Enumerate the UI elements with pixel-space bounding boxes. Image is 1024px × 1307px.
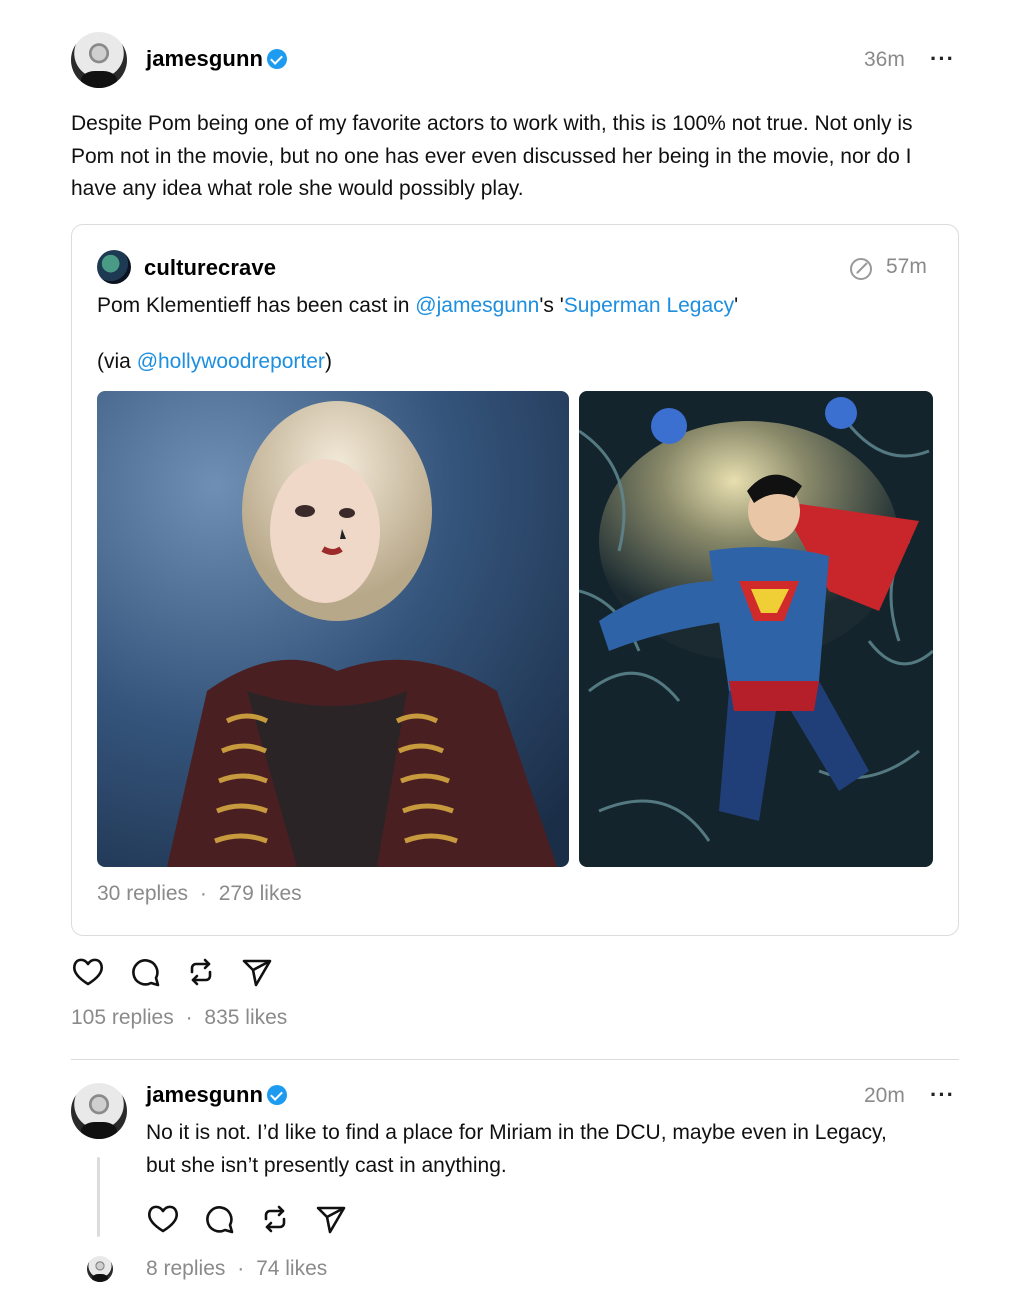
stats-separator: ·: [199, 882, 207, 905]
post-replies-link[interactable]: 105 replies: [71, 1006, 174, 1029]
quoted-likes-link[interactable]: 279 likes: [219, 882, 302, 905]
title-link[interactable]: Superman Legacy: [564, 294, 734, 317]
comment-icon[interactable]: [203, 1203, 235, 1235]
comment-icon[interactable]: [129, 956, 161, 988]
quoted-stats: 30 replies · 279 likes: [97, 882, 302, 906]
quoted-text-part: ': [734, 294, 739, 317]
actress-photo[interactable]: [97, 391, 569, 867]
post-text: Despite Pom being one of my favorite act…: [71, 112, 913, 200]
thread-line: [97, 1157, 100, 1237]
reply-more-options-button[interactable]: ···: [930, 1082, 955, 1108]
via-suffix: ): [324, 350, 332, 373]
edited-icon: [848, 256, 874, 282]
reply-author: jamesgunn: [146, 1082, 288, 1108]
quoted-replies-link[interactable]: 30 replies: [97, 882, 188, 905]
comic-artwork[interactable]: [579, 391, 933, 867]
repost-icon[interactable]: [259, 1203, 291, 1235]
more-options-button[interactable]: ···: [930, 46, 955, 72]
quoted-text-part: Pom Klementieff has been cast in: [97, 294, 416, 317]
avatar[interactable]: [71, 32, 127, 88]
reply-text: No it is not. I’d like to find a place f…: [146, 1121, 887, 1177]
username[interactable]: jamesgunn: [146, 46, 263, 71]
replier-avatar[interactable]: [87, 1256, 113, 1282]
verified-badge-icon: [267, 1085, 288, 1105]
reply-username[interactable]: jamesgunn: [146, 1082, 263, 1107]
quoted-username[interactable]: culturecrave: [144, 255, 276, 281]
heart-icon[interactable]: [71, 956, 105, 988]
verified-badge-icon: [267, 49, 288, 69]
post-likes-link[interactable]: 835 likes: [204, 1006, 287, 1029]
reply-replies-link[interactable]: 8 replies: [146, 1257, 225, 1280]
mention-link[interactable]: @jamesgunn: [415, 294, 539, 317]
share-icon[interactable]: [315, 1203, 347, 1235]
stats-separator: ·: [237, 1257, 245, 1280]
post-stats: 105 replies · 835 likes: [71, 1006, 287, 1030]
quoted-text-part: 's ': [539, 294, 564, 317]
quoted-time[interactable]: 57m: [886, 255, 927, 279]
quoted-avatar[interactable]: [97, 250, 131, 284]
via-link[interactable]: @hollywoodreporter: [137, 350, 325, 373]
share-icon[interactable]: [241, 956, 273, 988]
heart-icon[interactable]: [146, 1203, 180, 1235]
repost-icon[interactable]: [185, 956, 217, 988]
quoted-text: Pom Klementieff has been cast in @jamesg…: [97, 290, 937, 323]
stats-separator: ·: [185, 1006, 193, 1029]
quoted-via: (via @hollywoodreporter): [97, 346, 332, 379]
reply-time[interactable]: 20m: [864, 1084, 905, 1108]
post-time[interactable]: 36m: [864, 48, 905, 72]
divider: [71, 1059, 959, 1060]
reply-avatar[interactable]: [71, 1083, 127, 1139]
reply-likes-link[interactable]: 74 likes: [256, 1257, 327, 1280]
via-prefix: (via: [97, 350, 137, 373]
reply-stats: 8 replies · 74 likes: [146, 1257, 327, 1281]
post-author: jamesgunn: [146, 46, 288, 72]
